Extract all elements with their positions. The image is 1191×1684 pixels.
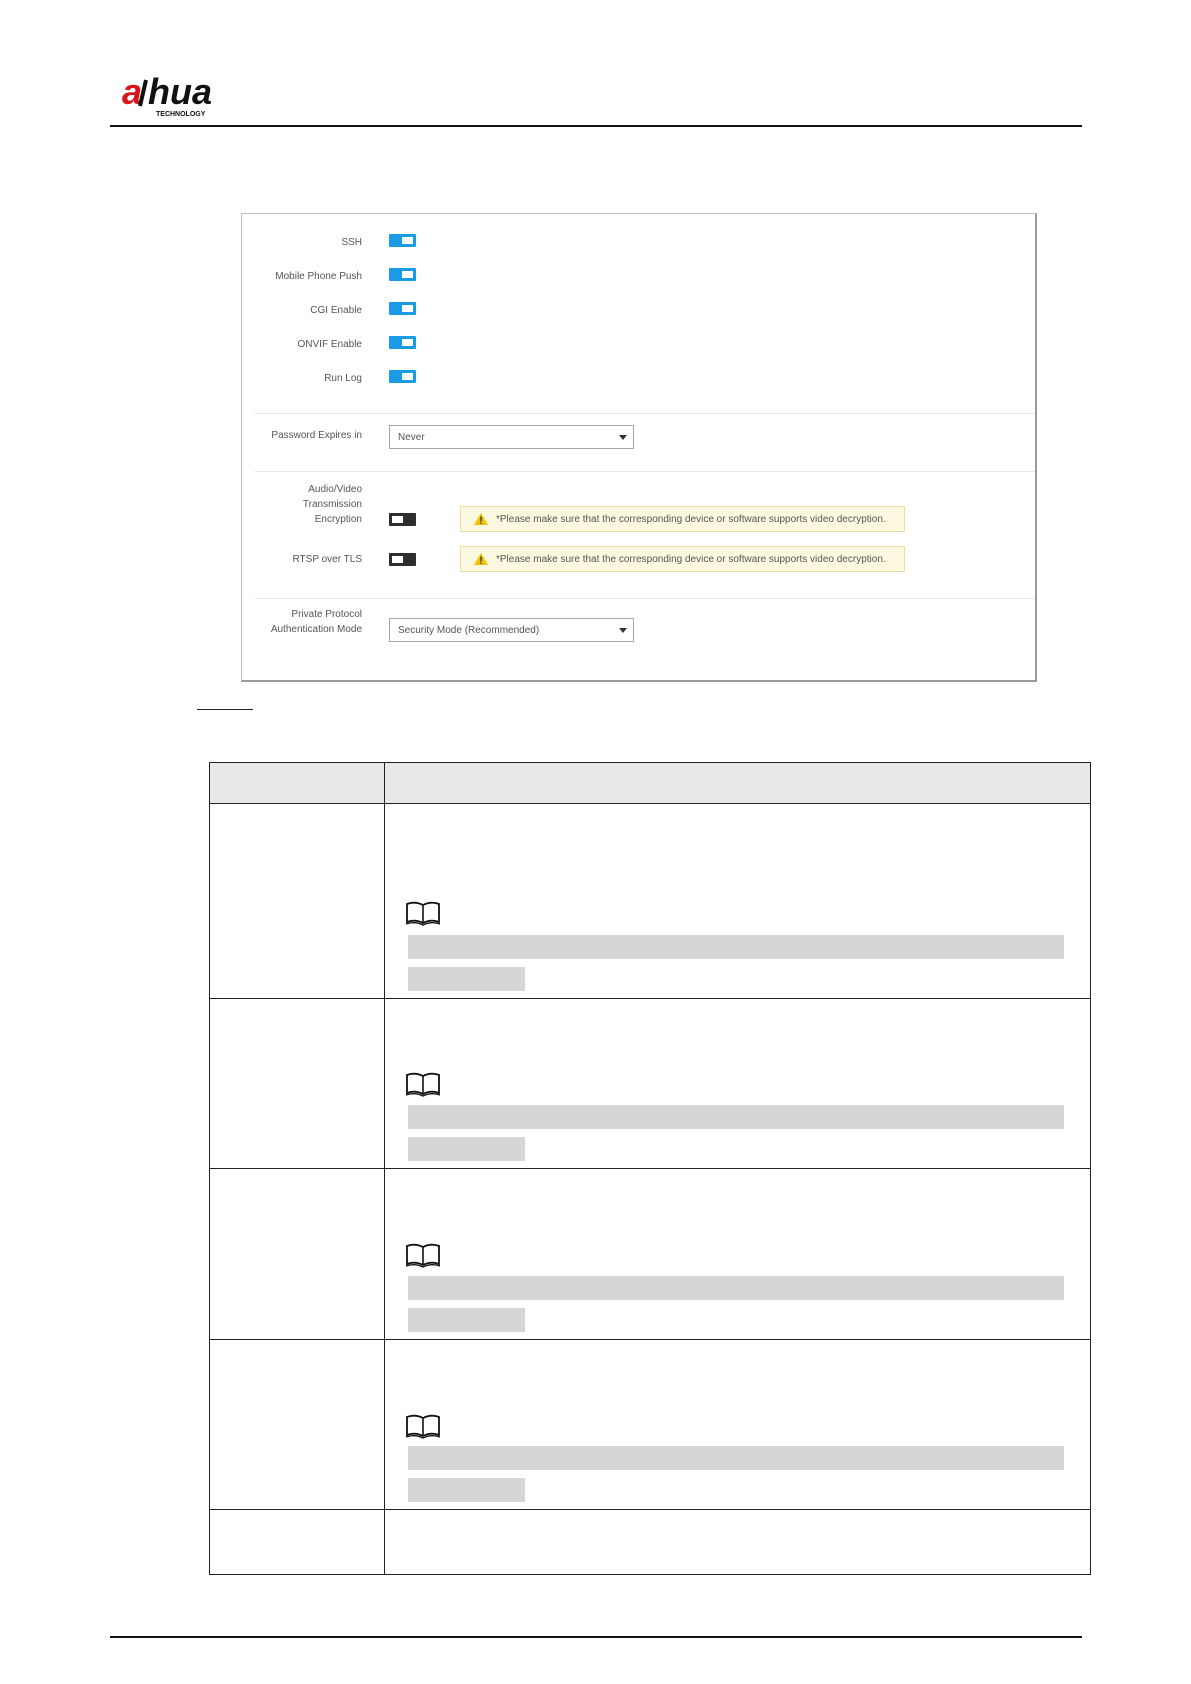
section-divider <box>255 471 1035 472</box>
warning-icon <box>474 553 488 565</box>
table-border <box>1090 762 1091 1575</box>
note-book-icon <box>405 1072 441 1097</box>
toggle-row-mobile-push: Mobile Phone Push <box>242 268 1035 284</box>
note-book-icon <box>405 901 441 926</box>
rtsp-tls-row: RTSP over TLS *Please make sure that the… <box>242 546 1035 572</box>
auth-mode-select[interactable]: Security Mode (Recommended) <box>389 618 634 642</box>
logo-word: hua <box>148 74 212 112</box>
table-border <box>209 1168 1091 1169</box>
onvif-enable-toggle[interactable] <box>389 336 416 349</box>
password-expires-row: Password Expires in Never <box>242 425 1035 449</box>
av-encryption-toggle[interactable] <box>389 513 416 526</box>
rtsp-tls-warning: *Please make sure that the corresponding… <box>460 546 905 572</box>
warning-icon <box>474 513 488 525</box>
redacted-note-line <box>408 1478 525 1502</box>
rtsp-tls-label: RTSP over TLS <box>292 554 362 565</box>
redacted-note-line <box>408 1446 1064 1470</box>
warning-text: *Please make sure that the corresponding… <box>496 554 886 565</box>
caption-underline <box>197 709 253 710</box>
mobile-phone-push-toggle[interactable] <box>389 268 416 281</box>
toggle-label: Run Log <box>324 373 362 384</box>
logo-mark: a <box>122 74 142 112</box>
toggle-label: Mobile Phone Push <box>275 271 362 282</box>
logo-graphic: a hua TECHNOLOGY <box>122 71 212 118</box>
security-settings-panel: SSH Mobile Phone Push CGI Enable ONVIF E… <box>241 213 1037 682</box>
redacted-note-line <box>408 935 1064 959</box>
note-book-icon <box>405 1414 441 1439</box>
private-protocol-label-2: Authentication Mode <box>270 624 362 635</box>
table-border <box>209 1574 1091 1575</box>
header-rule <box>110 125 1082 127</box>
chevron-down-icon <box>619 435 627 440</box>
chevron-down-icon <box>619 628 627 633</box>
av-encryption-label-1: Audio/Video <box>308 484 362 495</box>
dahua-logo: a hua TECHNOLOGY <box>122 71 262 120</box>
run-log-toggle[interactable] <box>389 370 416 383</box>
table-border <box>209 998 1091 999</box>
av-encryption-label-3: Encryption <box>314 514 362 525</box>
table-border <box>209 1339 1091 1340</box>
toggle-row-run-log: Run Log <box>242 370 1035 386</box>
password-expires-select[interactable]: Never <box>389 425 634 449</box>
toggle-label: ONVIF Enable <box>297 339 362 350</box>
av-encryption-row: Audio/Video Transmission Encryption *Ple… <box>242 482 1035 532</box>
private-protocol-row: Private Protocol Authentication Mode Sec… <box>242 607 1035 643</box>
ssh-toggle[interactable] <box>389 234 416 247</box>
toggle-row-cgi: CGI Enable <box>242 302 1035 318</box>
section-divider <box>255 413 1035 414</box>
auth-mode-value: Security Mode (Recommended) <box>398 625 540 636</box>
table-border <box>384 762 385 1575</box>
toggle-row-ssh: SSH <box>242 234 1035 250</box>
av-encryption-warning: *Please make sure that the corresponding… <box>460 506 905 532</box>
cgi-enable-toggle[interactable] <box>389 302 416 315</box>
table-border <box>209 1509 1091 1510</box>
rtsp-tls-toggle[interactable] <box>389 553 416 566</box>
logo-subtext: TECHNOLOGY <box>156 111 206 118</box>
toggle-row-onvif: ONVIF Enable <box>242 336 1035 352</box>
redacted-note-line <box>408 967 525 991</box>
footer-rule <box>110 1636 1082 1638</box>
table-border <box>209 803 1091 804</box>
redacted-note-line <box>408 1137 525 1161</box>
table-border <box>209 762 1091 763</box>
note-book-icon <box>405 1243 441 1268</box>
av-encryption-label-2: Transmission <box>302 499 362 510</box>
toggle-label: CGI Enable <box>310 305 362 316</box>
table-border <box>209 762 210 1575</box>
password-expires-value: Never <box>398 432 425 443</box>
redacted-note-line <box>408 1105 1064 1129</box>
password-expires-label: Password Expires in <box>271 430 362 441</box>
table-header <box>210 763 1090 803</box>
private-protocol-label-1: Private Protocol <box>291 609 362 620</box>
redacted-note-line <box>408 1276 1064 1300</box>
warning-text: *Please make sure that the corresponding… <box>496 514 886 525</box>
redacted-note-line <box>408 1308 525 1332</box>
toggle-label: SSH <box>341 237 362 248</box>
section-divider <box>255 598 1035 599</box>
